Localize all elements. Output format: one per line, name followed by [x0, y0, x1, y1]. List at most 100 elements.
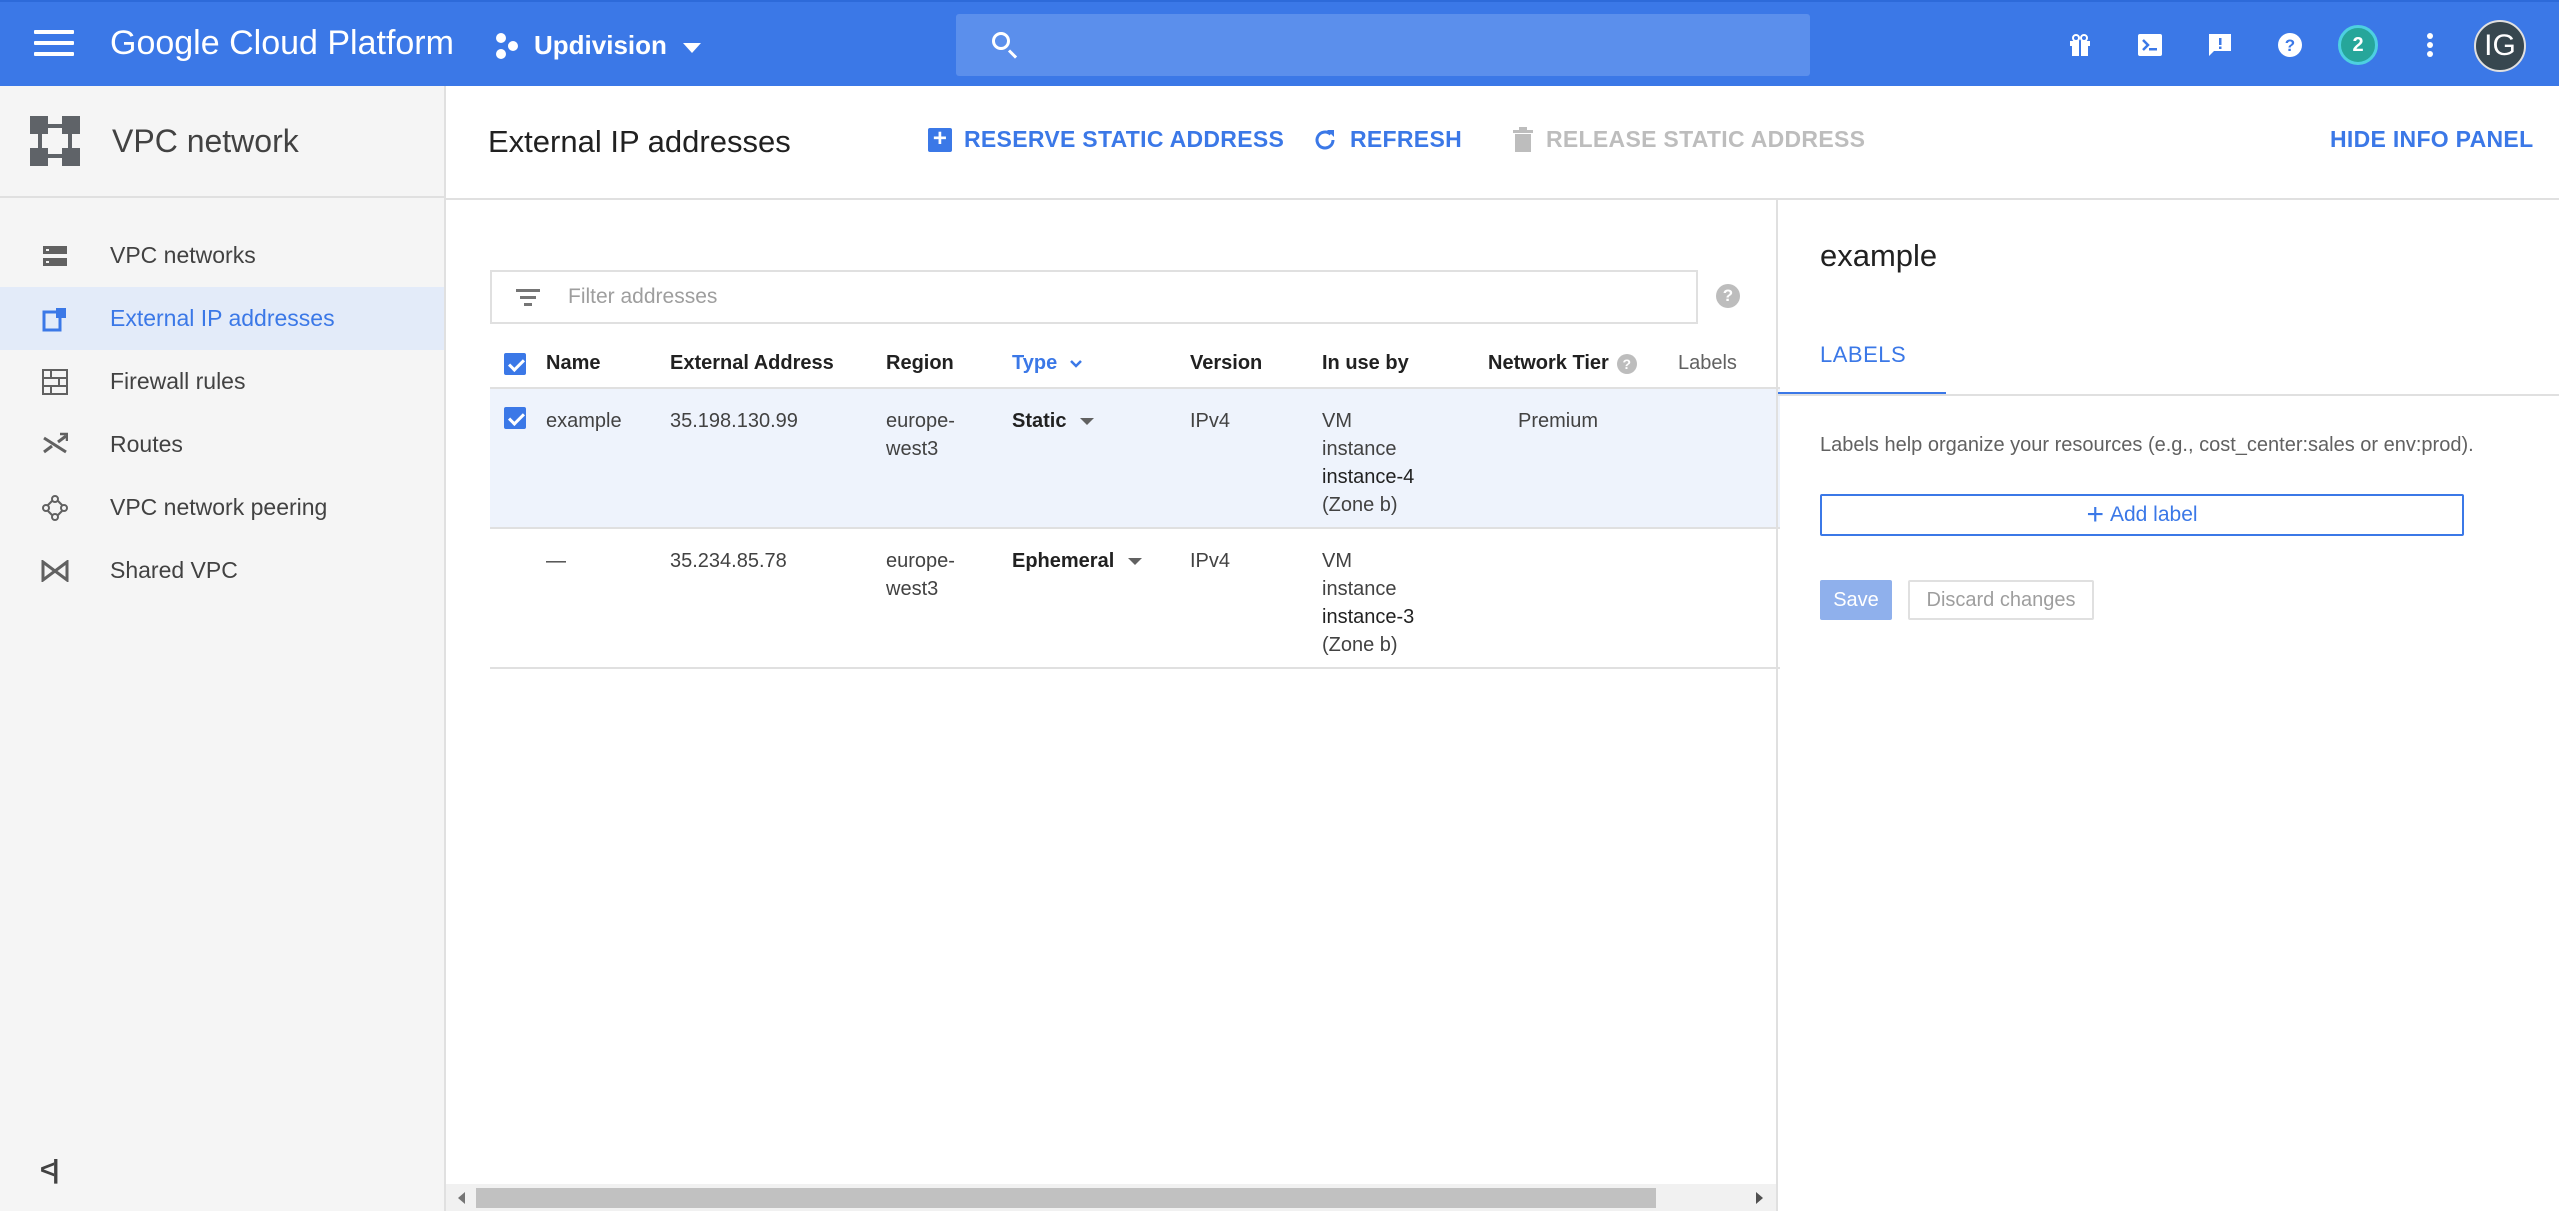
save-button[interactable]: Save — [1820, 580, 1892, 620]
release-static-address-button[interactable]: RELEASE STATIC ADDRESS — [1512, 126, 1865, 153]
type-value: Static — [1012, 410, 1067, 432]
sidebar-item-vpc-network-peering[interactable]: VPC network peering — [0, 476, 444, 539]
cell-version: IPv4 — [1190, 388, 1322, 529]
gift-icon[interactable] — [2063, 28, 2097, 62]
cell-network-tier — [1488, 528, 1678, 669]
instance-link[interactable]: instance-4 — [1322, 463, 1488, 491]
cell-type: Static — [1012, 388, 1190, 529]
column-header-version[interactable]: Version — [1190, 340, 1322, 389]
column-header-network-tier: Network Tier — [1488, 352, 1609, 374]
table-row[interactable]: example 35.198.130.99 europe-west3 Stati… — [490, 388, 1780, 529]
project-name: Updivision — [534, 30, 667, 60]
sidebar-item-routes[interactable]: Routes — [0, 413, 444, 476]
table-header-row: Name External Address Region Type Versio… — [490, 340, 1780, 389]
row-checkbox-cell — [490, 388, 546, 529]
network-tier-help-icon[interactable]: ? — [1616, 353, 1637, 374]
in-use-line: VM — [1322, 550, 1352, 572]
cell-name: — — [546, 528, 670, 669]
svg-text:?: ? — [2285, 36, 2295, 55]
more-container — [2413, 2, 2447, 88]
in-use-line: (Zone b) — [1322, 494, 1398, 516]
sidebar-item-shared-vpc[interactable]: Shared VPC — [0, 539, 444, 602]
column-header-external-address[interactable]: External Address — [670, 340, 886, 389]
page-title: External IP addresses — [488, 124, 791, 159]
column-header-type-cell[interactable]: Type — [1012, 340, 1190, 389]
sidebar: VPC network VPC networks External IP add… — [0, 86, 446, 1211]
column-header-region[interactable]: Region — [886, 340, 1012, 389]
sidebar-item-label: Shared VPC — [110, 557, 238, 583]
filter-input[interactable] — [568, 285, 1668, 309]
add-box-icon: + — [928, 126, 952, 152]
instance-link[interactable]: instance-3 — [1322, 603, 1488, 631]
help-icon[interactable]: ? — [2273, 28, 2307, 62]
type-dropdown[interactable]: Ephemeral — [1012, 547, 1190, 575]
plus-icon: + — [2086, 498, 2104, 531]
sidebar-item-external-ip-addresses[interactable]: External IP addresses — [0, 287, 444, 350]
filter-help-icon[interactable]: ? — [1716, 284, 1740, 308]
in-use-line: (Zone b) — [1322, 634, 1398, 656]
scrollbar-thumb[interactable] — [476, 1188, 1656, 1208]
select-all-checkbox[interactable] — [504, 352, 526, 375]
cell-address: 35.234.85.78 — [670, 528, 886, 669]
cell-region: europe-west3 — [886, 388, 1012, 529]
column-header-name[interactable]: Name — [546, 340, 670, 389]
filter-icon — [516, 285, 540, 310]
tab-labels[interactable]: LABELS — [1778, 340, 1946, 396]
notifications-icon[interactable]: 2 — [2338, 25, 2378, 65]
brand-logo[interactable]: Google Cloud Platform — [110, 24, 454, 63]
add-label-text: Add label — [2109, 503, 2198, 526]
sidebar-item-label: VPC network peering — [110, 494, 328, 520]
cell-name[interactable]: example — [546, 388, 670, 529]
row-checkbox-cell — [490, 528, 546, 669]
search-bar[interactable] — [956, 14, 1810, 76]
column-header-network-tier-cell[interactable]: Network Tier? — [1488, 340, 1678, 389]
search-icon — [992, 32, 1010, 50]
dropdown-arrow-icon — [1080, 417, 1095, 425]
table-row[interactable]: — 35.234.85.78 europe-west3 Ephemeral IP… — [490, 528, 1780, 669]
avatar[interactable]: IG — [2474, 20, 2526, 72]
hamburger-menu-icon[interactable] — [34, 30, 74, 60]
scroll-right-icon[interactable] — [1756, 1192, 1763, 1204]
cell-address: 35.198.130.99 — [670, 388, 886, 529]
region-line: europe- — [886, 550, 955, 572]
region-line: west3 — [886, 438, 939, 460]
sidebar-nav: VPC networks External IP addresses Firew… — [0, 198, 444, 602]
dropdown-arrow-icon — [1128, 557, 1143, 565]
collapse-sidebar-icon[interactable]: <| — [40, 1154, 60, 1185]
region-line: west3 — [886, 578, 939, 600]
row-checkbox[interactable] — [504, 407, 526, 429]
hide-info-panel-button[interactable]: HIDE INFO PANEL — [2330, 126, 2533, 153]
trash-icon — [1512, 126, 1534, 153]
column-header-in-use-by[interactable]: In use by — [1322, 340, 1488, 389]
vpc-network-logo-icon — [30, 116, 80, 166]
sidebar-item-vpc-networks[interactable]: VPC networks — [0, 224, 444, 287]
cell-in-use-by: VM instance instance-4 (Zone b) — [1322, 388, 1488, 529]
cell-labels — [1678, 388, 1780, 529]
search-input[interactable] — [1036, 24, 1796, 66]
add-label-button[interactable]: + Add label — [1820, 494, 2464, 536]
name-value: — — [546, 550, 566, 572]
sidebar-item-firewall-rules[interactable]: Firewall rules — [0, 350, 444, 413]
reserve-static-address-button[interactable]: + RESERVE STATIC ADDRESS — [928, 126, 1284, 153]
in-use-line: VM — [1322, 410, 1352, 432]
discard-changes-button[interactable]: Discard changes — [1908, 580, 2094, 620]
addresses-table: Name External Address Region Type Versio… — [490, 340, 1780, 669]
horizontal-scrollbar[interactable] — [446, 1184, 1776, 1211]
sidebar-title: VPC network — [112, 122, 299, 159]
cell-version: IPv4 — [1190, 528, 1322, 669]
labels-description: Labels help organize your resources (e.g… — [1820, 434, 2474, 456]
refresh-button[interactable]: REFRESH — [1312, 126, 1462, 153]
more-vert-icon[interactable] — [2413, 28, 2447, 62]
type-dropdown[interactable]: Static — [1012, 407, 1190, 435]
project-selector[interactable]: Updivision — [494, 30, 701, 61]
cell-region: europe-west3 — [886, 528, 1012, 669]
feedback-container — [2203, 2, 2237, 88]
feedback-icon[interactable] — [2203, 28, 2237, 62]
refresh-label: REFRESH — [1350, 126, 1463, 152]
cloud-shell-container — [2133, 2, 2167, 88]
filter-bar[interactable] — [490, 270, 1698, 324]
cloud-shell-icon[interactable] — [2133, 28, 2167, 62]
content-area: ? Name External Address Region Type Vers… — [446, 200, 1780, 1211]
column-header-labels[interactable]: Labels — [1678, 340, 1780, 389]
scroll-left-icon[interactable] — [458, 1192, 465, 1204]
